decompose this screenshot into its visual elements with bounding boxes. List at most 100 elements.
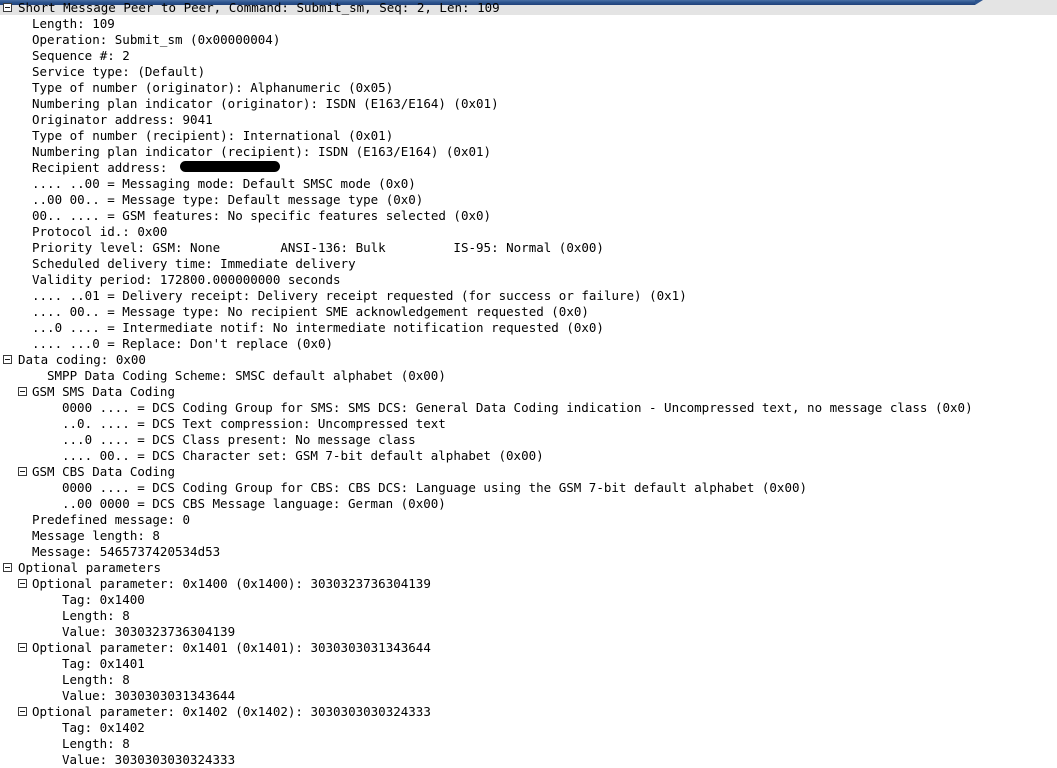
packet-tree-row[interactable]: Recipient address: <box>0 160 175 176</box>
packet-tree-row-selected[interactable]: Short Message Peer to Peer, Command: Sub… <box>0 0 500 16</box>
packet-tree-row[interactable]: Originator address: 9041 <box>0 112 213 128</box>
packet-tree-row[interactable]: Tag: 0x1400 <box>0 592 145 608</box>
packet-tree-row[interactable]: Optional parameter: 0x1402 (0x1402): 303… <box>0 704 431 720</box>
packet-tree-row[interactable]: Type of number (recipient): Internationa… <box>0 128 393 144</box>
packet-field-label: Priority level: GSM: None ANSI-136: Bulk… <box>32 240 604 255</box>
packet-field-label: Optional parameter: 0x1401 (0x1401): 303… <box>32 640 431 655</box>
packet-tree-row[interactable]: Optional parameter: 0x1400 (0x1400): 303… <box>0 576 431 592</box>
packet-tree-row[interactable]: Predefined message: 0 <box>0 512 190 528</box>
collapse-minus-icon[interactable] <box>18 707 27 716</box>
packet-field-label: ..00 00.. = Message type: Default messag… <box>32 192 424 207</box>
packet-field-label: Value: 3030303031343644 <box>62 688 236 703</box>
packet-tree-row[interactable]: Sequence #: 2 <box>0 48 130 64</box>
packet-tree-row[interactable]: Value: 3030303031343644 <box>0 688 235 704</box>
packet-field-label: Originator address: 9041 <box>32 112 213 127</box>
packet-field-label: Validity period: 172800.000000000 second… <box>32 272 341 287</box>
packet-field-label: Optional parameters <box>18 560 161 575</box>
packet-tree-row[interactable]: .... 00.. = DCS Character set: GSM 7-bit… <box>0 448 544 464</box>
packet-tree-row[interactable]: Scheduled delivery time: Immediate deliv… <box>0 256 356 272</box>
collapse-minus-icon[interactable] <box>3 355 12 364</box>
packet-tree-row[interactable]: Numbering plan indicator (recipient): IS… <box>0 144 491 160</box>
packet-tree-row[interactable]: ...0 .... = Intermediate notif: No inter… <box>0 320 604 336</box>
packet-field-label: Tag: 0x1402 <box>62 720 145 735</box>
packet-tree-row[interactable]: .... ...0 = Replace: Don't replace (0x0) <box>0 336 333 352</box>
packet-tree-row[interactable]: 0000 .... = DCS Coding Group for SMS: SM… <box>0 400 973 416</box>
packet-field-label: Length: 109 <box>32 16 115 31</box>
packet-tree-row[interactable]: Protocol id.: 0x00 <box>0 224 167 240</box>
collapse-minus-icon[interactable] <box>3 563 12 572</box>
packet-field-label: ...0 .... = DCS Class present: No messag… <box>62 432 416 447</box>
packet-tree-row[interactable]: Numbering plan indicator (originator): I… <box>0 96 499 112</box>
packet-field-label: GSM CBS Data Coding <box>32 464 175 479</box>
packet-field-label: Recipient address: <box>32 160 175 175</box>
packet-field-label: Scheduled delivery time: Immediate deliv… <box>32 256 356 271</box>
packet-field-label: Value: 3030323736304139 <box>62 624 236 639</box>
packet-field-label: Protocol id.: 0x00 <box>32 224 168 239</box>
packet-field-label: Operation: Submit_sm (0x00000004) <box>32 32 281 47</box>
packet-field-label: 0000 .... = DCS Coding Group for SMS: SM… <box>62 400 973 415</box>
packet-field-label: Numbering plan indicator (recipient): IS… <box>32 144 492 159</box>
packet-details-pane[interactable]: Short Message Peer to Peer, Command: Sub… <box>0 0 1057 768</box>
packet-field-label: Optional parameter: 0x1400 (0x1400): 303… <box>32 576 431 591</box>
packet-tree-row[interactable]: Length: 8 <box>0 736 130 752</box>
packet-field-label: Type of number (originator): Alphanumeri… <box>32 80 394 95</box>
packet-tree-row[interactable]: Length: 8 <box>0 672 130 688</box>
packet-tree-row[interactable]: Value: 3030323736304139 <box>0 624 235 640</box>
collapse-minus-icon[interactable] <box>18 643 27 652</box>
packet-tree-row[interactable]: Message length: 8 <box>0 528 160 544</box>
packet-field-label: GSM SMS Data Coding <box>32 384 175 399</box>
packet-tree-row[interactable]: .... ..01 = Delivery receipt: Delivery r… <box>0 288 687 304</box>
packet-tree-row[interactable]: ..00 00.. = Message type: Default messag… <box>0 192 423 208</box>
packet-tree-row[interactable]: .... 00.. = Message type: No recipient S… <box>0 304 589 320</box>
packet-tree-row[interactable]: Operation: Submit_sm (0x00000004) <box>0 32 280 48</box>
packet-tree-row[interactable]: Service type: (Default) <box>0 64 205 80</box>
packet-tree-row[interactable]: Validity period: 172800.000000000 second… <box>0 272 341 288</box>
packet-tree-row[interactable]: SMPP Data Coding Scheme: SMSC default al… <box>0 368 446 384</box>
packet-field-label: Tag: 0x1400 <box>62 592 145 607</box>
packet-field-label: 0000 .... = DCS Coding Group for CBS: CB… <box>62 480 808 495</box>
packet-field-label: .... ...0 = Replace: Don't replace (0x0) <box>32 336 334 351</box>
packet-tree-row[interactable]: ...0 .... = DCS Class present: No messag… <box>0 432 416 448</box>
packet-tree-row[interactable]: Priority level: GSM: None ANSI-136: Bulk… <box>0 240 604 256</box>
packet-tree-row[interactable]: Value: 3030303030324333 <box>0 752 235 768</box>
packet-tree-row[interactable]: Tag: 0x1402 <box>0 720 145 736</box>
packet-tree-row[interactable]: ..0. .... = DCS Text compression: Uncomp… <box>0 416 446 432</box>
packet-field-label: .... 00.. = DCS Character set: GSM 7-bit… <box>62 448 544 463</box>
packet-field-label: Data coding: 0x00 <box>18 352 146 367</box>
packet-field-label: Type of number (recipient): Internationa… <box>32 128 394 143</box>
packet-tree-row[interactable]: ..00 0000 = DCS CBS Message language: Ge… <box>0 496 446 512</box>
packet-tree-row[interactable]: Data coding: 0x00 <box>0 352 146 368</box>
packet-field-label: .... 00.. = Message type: No recipient S… <box>32 304 589 319</box>
packet-field-label: Length: 8 <box>62 608 130 623</box>
packet-tree-row[interactable]: Type of number (originator): Alphanumeri… <box>0 80 393 96</box>
packet-field-label: Sequence #: 2 <box>32 48 130 63</box>
collapse-minus-icon[interactable] <box>3 3 12 12</box>
collapse-minus-icon[interactable] <box>18 467 27 476</box>
packet-field-label: Tag: 0x1401 <box>62 656 145 671</box>
packet-field-label: Message length: 8 <box>32 528 160 543</box>
packet-tree-row[interactable]: 0000 .... = DCS Coding Group for CBS: CB… <box>0 480 807 496</box>
packet-tree-row[interactable]: Message: 5465737420534d53 <box>0 544 220 560</box>
packet-field-label: Length: 8 <box>62 672 130 687</box>
packet-field-label: ...0 .... = Intermediate notif: No inter… <box>32 320 604 335</box>
packet-field-label: Predefined message: 0 <box>32 512 191 527</box>
packet-field-label: ..0. .... = DCS Text compression: Uncomp… <box>62 416 446 431</box>
packet-tree-row[interactable]: GSM CBS Data Coding <box>0 464 175 480</box>
packet-tree-row[interactable]: Length: 8 <box>0 608 130 624</box>
packet-tree-row[interactable]: Optional parameters <box>0 560 161 576</box>
packet-tree-row[interactable]: Length: 109 <box>0 16 115 32</box>
packet-field-label: Optional parameter: 0x1402 (0x1402): 303… <box>32 704 431 719</box>
packet-tree-row[interactable]: GSM SMS Data Coding <box>0 384 175 400</box>
packet-field-label: .... ..01 = Delivery receipt: Delivery r… <box>32 288 687 303</box>
packet-field-label: Short Message Peer to Peer, Command: Sub… <box>18 0 500 15</box>
packet-tree-row[interactable]: Optional parameter: 0x1401 (0x1401): 303… <box>0 640 431 656</box>
redaction-bar-recipient-address <box>180 161 280 172</box>
packet-field-label: ..00 0000 = DCS CBS Message language: Ge… <box>62 496 446 511</box>
collapse-minus-icon[interactable] <box>18 579 27 588</box>
packet-field-label: Service type: (Default) <box>32 64 206 79</box>
packet-tree-row[interactable]: .... ..00 = Messaging mode: Default SMSC… <box>0 176 416 192</box>
packet-tree-row[interactable]: Tag: 0x1401 <box>0 656 145 672</box>
packet-tree-row[interactable]: 00.. .... = GSM features: No specific fe… <box>0 208 491 224</box>
collapse-minus-icon[interactable] <box>18 387 27 396</box>
packet-field-label: 00.. .... = GSM features: No specific fe… <box>32 208 492 223</box>
